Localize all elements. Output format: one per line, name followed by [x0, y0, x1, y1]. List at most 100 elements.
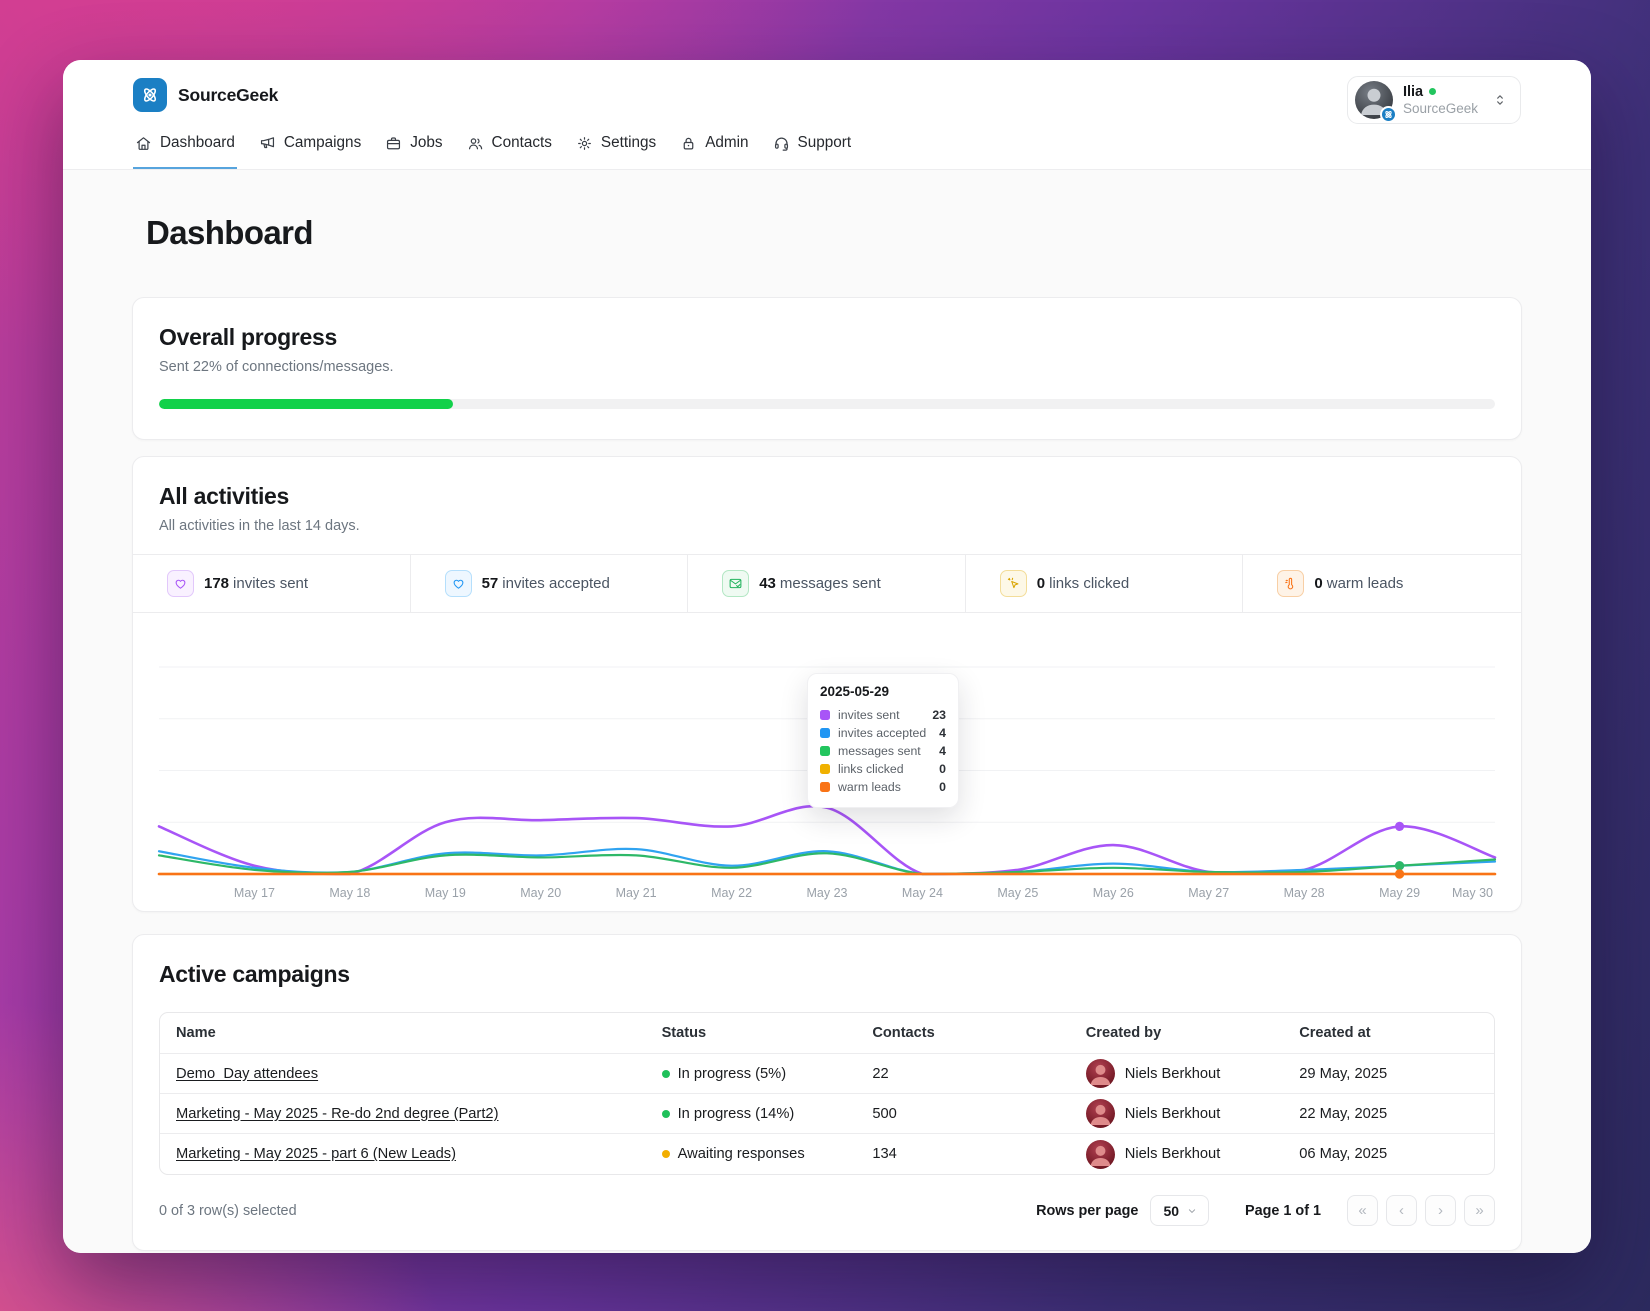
campaign-name-link[interactable]: Marketing - May 2025 - Re-do 2nd degree …: [176, 1106, 498, 1122]
main-nav: Dashboard Campaigns Jobs Contacts Settings Ad…: [63, 120, 1591, 170]
creator-avatar: [1085, 1139, 1115, 1169]
sourcegeek-logo-icon: [133, 78, 167, 112]
prev-page-button[interactable]: ‹: [1386, 1195, 1417, 1226]
tooltip-row: links clicked 0: [820, 760, 946, 778]
svg-text:May 25: May 25: [997, 886, 1038, 900]
column-header-contacts: Contacts: [872, 1025, 935, 1041]
creator-name: Niels Berkhout: [1124, 1146, 1221, 1162]
legend-swatch: [820, 710, 830, 720]
tab-jobs[interactable]: Jobs: [383, 134, 444, 169]
lock-icon: [680, 135, 697, 152]
activities-subtitle: All activities in the last 14 days.: [159, 518, 360, 534]
chevrons-up-down-icon: [1492, 92, 1508, 108]
svg-text:May 23: May 23: [807, 886, 848, 900]
briefcase-icon: [385, 135, 402, 152]
page-title: Dashboard: [146, 214, 314, 251]
contacts-count: 22: [872, 1065, 889, 1082]
status-text: In progress (14%): [677, 1105, 795, 1122]
chart-tooltip: 2025-05-29 invites sent 23 invites accepte…: [807, 673, 959, 808]
svg-text:May 21: May 21: [616, 886, 657, 900]
legend-swatch: [820, 746, 830, 756]
first-page-button[interactable]: «: [1347, 1195, 1378, 1226]
creator-name: Niels Berkhout: [1124, 1105, 1221, 1122]
activities-chart[interactable]: May 17 May 18 May 19 May 20 May 21 May 22 May …: [157, 627, 1497, 905]
creator-name: Niels Berkhout: [1124, 1065, 1221, 1082]
users-icon: [467, 135, 484, 152]
svg-text:May 27: May 27: [1188, 886, 1229, 900]
overall-progress-title: Overall progress: [159, 324, 338, 350]
campaign-name-link[interactable]: Marketing - May 2025 - part 6 (New Leads…: [176, 1146, 456, 1162]
tooltip-date: 2025-05-29: [820, 684, 890, 699]
messages-sent-icon: [722, 570, 750, 597]
tab-settings[interactable]: Settings: [574, 134, 658, 169]
invites-sent-icon: [167, 570, 194, 597]
tab-admin[interactable]: Admin: [678, 134, 750, 169]
tab-contacts[interactable]: Contacts: [465, 134, 554, 169]
svg-text:May 20: May 20: [520, 886, 561, 900]
user-org: SourceGeek: [1402, 100, 1478, 116]
svg-text:May 26: May 26: [1093, 886, 1134, 900]
headset-icon: [773, 135, 790, 152]
chevron-down-icon: [1185, 1204, 1199, 1218]
legend-swatch: [820, 764, 830, 774]
active-campaigns-card: Active campaigns Name Status Contacts Creat…: [132, 934, 1522, 1251]
creator-avatar: [1085, 1099, 1115, 1128]
created-at: 22 May, 2025: [1299, 1105, 1388, 1122]
active-campaigns-title: Active campaigns: [159, 961, 350, 987]
rows-selected-text: 0 of 3 row(s) selected: [159, 1202, 297, 1219]
stat-links-clicked: 0 links clicked: [966, 555, 1244, 612]
status-dot: [661, 1069, 670, 1078]
svg-text:May 19: May 19: [425, 886, 466, 900]
next-page-button[interactable]: ›: [1425, 1195, 1456, 1226]
stat-invites-accepted: 57 invites accepted: [411, 555, 689, 612]
rows-per-page-select[interactable]: 50: [1150, 1195, 1210, 1226]
gear-icon: [576, 135, 593, 152]
progress-bar: [159, 399, 1495, 409]
created-at: 06 May, 2025: [1299, 1146, 1388, 1162]
org-badge-atom-icon: [1379, 106, 1397, 123]
stat-invites-sent: 178 invites sent: [133, 555, 411, 612]
contacts-count: 134: [872, 1146, 897, 1162]
brand[interactable]: SourceGeek: [133, 78, 278, 112]
megaphone-icon: [259, 135, 276, 152]
tooltip-row: warm leads 0: [820, 778, 946, 796]
tab-support[interactable]: Support: [771, 134, 854, 169]
table-row[interactable]: Demo_Day attendees In progress (5%) 22 Niel…: [160, 1054, 1494, 1094]
svg-text:May 29: May 29: [1379, 886, 1420, 900]
stat-warm-leads: 0 warm leads: [1243, 555, 1521, 612]
links-clicked-icon: [999, 570, 1027, 597]
contacts-count: 500: [872, 1105, 897, 1122]
online-status-dot: [1429, 88, 1437, 96]
overall-progress-card: Overall progress Sent 22% of connections…: [132, 297, 1522, 440]
legend-swatch: [820, 782, 830, 792]
table-footer: 0 of 3 row(s) selected Rows per page 50 …: [159, 1195, 1495, 1226]
avatar: [1354, 81, 1397, 123]
created-at: 29 May, 2025: [1299, 1065, 1388, 1082]
table-row[interactable]: Marketing - May 2025 - part 6 (New Leads…: [160, 1134, 1494, 1174]
user-menu[interactable]: Ilia SourceGeek: [1346, 76, 1521, 124]
svg-text:May 24: May 24: [902, 886, 943, 900]
overall-progress-subtitle: Sent 22% of connections/messages.: [159, 359, 394, 375]
pagination: « ‹ › »: [1347, 1195, 1495, 1226]
column-header-created-at: Created at: [1299, 1025, 1371, 1041]
warm-leads-icon: [1277, 570, 1305, 597]
activities-card: All activities All activities in the las…: [132, 456, 1522, 912]
tab-campaigns[interactable]: Campaigns: [257, 134, 363, 169]
campaign-name-link[interactable]: Demo_Day attendees: [176, 1066, 318, 1082]
brand-name: SourceGeek: [178, 84, 279, 105]
activities-title: All activities: [159, 483, 290, 509]
status-text: Awaiting responses: [677, 1146, 805, 1162]
table-row[interactable]: Marketing - May 2025 - Re-do 2nd degree …: [160, 1094, 1494, 1134]
status-text: In progress (5%): [677, 1065, 787, 1082]
column-header-created-by: Created by: [1085, 1025, 1162, 1041]
rows-per-page-label: Rows per page: [1036, 1202, 1139, 1219]
tab-dashboard[interactable]: Dashboard: [133, 134, 237, 169]
tooltip-row: invites accepted 4: [820, 724, 946, 742]
tooltip-row: invites sent 23: [820, 706, 946, 724]
svg-text:May 28: May 28: [1284, 886, 1325, 900]
main-content: Dashboard Overall progress Sent 22% of c…: [63, 170, 1591, 1253]
column-header-status: Status: [661, 1025, 707, 1041]
stat-messages-sent: 43 messages sent: [688, 555, 966, 612]
legend-swatch: [820, 728, 830, 738]
last-page-button[interactable]: »: [1464, 1195, 1495, 1226]
